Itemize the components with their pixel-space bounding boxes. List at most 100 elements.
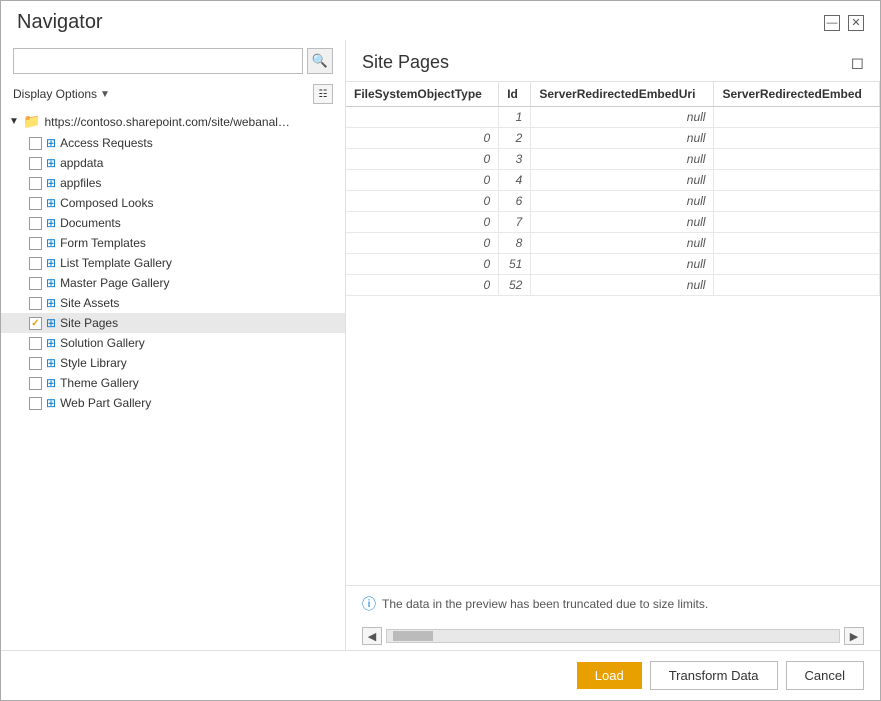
tree-item-composed-looks[interactable]: ⊞ Composed Looks [1,193,345,213]
cell-serverredirectedembeduri: null [531,233,714,254]
checkbox-site-pages[interactable] [29,317,42,330]
cell-id: 3 [499,149,531,170]
item-label-documents: Documents [60,216,121,230]
cell-filesystemobjecttype: 0 [346,191,499,212]
transform-data-button[interactable]: Transform Data [650,661,778,690]
checkbox-master-page-gallery[interactable] [29,277,42,290]
checkbox-form-templates[interactable] [29,237,42,250]
cell-serverredirectedembed [714,254,880,275]
cell-filesystemobjecttype: 0 [346,170,499,191]
tree-item-appfiles[interactable]: ⊞ appfiles [1,173,345,193]
tree-item-web-part-gallery[interactable]: ⊞ Web Part Gallery [1,393,345,413]
cell-filesystemobjecttype: 0 [346,275,499,296]
cell-serverredirectedembed [714,275,880,296]
tree-item-access-requests[interactable]: ⊞ Access Requests [1,133,345,153]
tree-item-theme-gallery[interactable]: ⊞ Theme Gallery [1,373,345,393]
display-options-button[interactable]: Display Options ▼ [13,87,110,101]
cell-filesystemobjecttype: 0 [346,128,499,149]
checkbox-composed-looks[interactable] [29,197,42,210]
scroll-left-button[interactable]: ◀ [362,627,382,645]
tree-item-appdata[interactable]: ⊞ appdata [1,153,345,173]
minimize-button[interactable]: — [824,15,840,31]
cancel-button[interactable]: Cancel [786,661,864,690]
root-url-label: https://contoso.sharepoint.com/site/weba… [44,115,294,129]
preview-expand-icon[interactable]: ◻ [851,53,864,73]
search-button[interactable]: 🔍 [307,48,333,74]
folder-icon: 📁 [23,113,40,130]
tree-item-site-pages[interactable]: ⊞ Site Pages [1,313,345,333]
checkbox-solution-gallery[interactable] [29,337,42,350]
cell-serverredirectedembeduri: null [531,254,714,275]
search-input[interactable] [13,48,303,74]
item-label-theme-gallery: Theme Gallery [60,376,139,390]
tree-area: ▼ 📁 https://contoso.sharepoint.com/site/… [1,110,345,650]
item-label-appfiles: appfiles [60,176,101,190]
checkbox-access-requests[interactable] [29,137,42,150]
window-controls: — ✕ [824,15,864,31]
scroll-track[interactable] [386,629,840,643]
checkbox-documents[interactable] [29,217,42,230]
scroll-right-button[interactable]: ▶ [844,627,864,645]
item-label-appdata: appdata [60,156,103,170]
checkbox-site-assets[interactable] [29,297,42,310]
cell-serverredirectedembed [714,128,880,149]
grid-icon: ⊞ [46,236,56,250]
dialog-title: Navigator [17,11,103,34]
display-options-label: Display Options [13,87,97,101]
cell-serverredirectedembed [714,107,880,128]
cell-id: 51 [499,254,531,275]
table-row: 0 52 null [346,275,880,296]
item-label-list-template-gallery: List Template Gallery [60,256,172,270]
item-label-solution-gallery: Solution Gallery [60,336,145,350]
table-row: 0 7 null [346,212,880,233]
tree-item-documents[interactable]: ⊞ Documents [1,213,345,233]
tree-item-form-templates[interactable]: ⊞ Form Templates [1,233,345,253]
grid-icon: ⊞ [46,336,56,350]
item-label-site-assets: Site Assets [60,296,119,310]
cell-serverredirectedembeduri: null [531,107,714,128]
tree-item-master-page-gallery[interactable]: ⊞ Master Page Gallery [1,273,345,293]
col-header-serverredirectedembeduri: ServerRedirectedEmbedUri [531,82,714,107]
checkbox-web-part-gallery[interactable] [29,397,42,410]
item-label-site-pages: Site Pages [60,316,118,330]
tree-item-style-library[interactable]: ⊞ Style Library [1,353,345,373]
cell-serverredirectedembed [714,149,880,170]
notice-text: The data in the preview has been truncat… [382,597,708,611]
scroll-thumb[interactable] [393,631,433,641]
cell-serverredirectedembed [714,233,880,254]
cell-serverredirectedembeduri: null [531,212,714,233]
cell-id: 1 [499,107,531,128]
search-row: 🔍 [1,48,345,80]
table-row: 0 51 null [346,254,880,275]
cell-serverredirectedembed [714,212,880,233]
checkbox-theme-gallery[interactable] [29,377,42,390]
checkbox-appdata[interactable] [29,157,42,170]
tree-item-solution-gallery[interactable]: ⊞ Solution Gallery [1,333,345,353]
grid-icon: ⊞ [46,396,56,410]
item-label-form-templates: Form Templates [60,236,146,250]
tree-expand-arrow: ▼ [9,116,19,127]
close-button[interactable]: ✕ [848,15,864,31]
cell-filesystemobjecttype [346,107,499,128]
cell-id: 52 [499,275,531,296]
tree-item-list-template-gallery[interactable]: ⊞ List Template Gallery [1,253,345,273]
checkbox-list-template-gallery[interactable] [29,257,42,270]
tree-item-site-assets[interactable]: ⊞ Site Assets [1,293,345,313]
table-row: 0 2 null [346,128,880,149]
checkbox-style-library[interactable] [29,357,42,370]
select-all-button[interactable]: ☷ [313,84,333,104]
load-button[interactable]: Load [577,662,642,689]
item-label-style-library: Style Library [60,356,127,370]
cell-id: 7 [499,212,531,233]
tree-root-item[interactable]: ▼ 📁 https://contoso.sharepoint.com/site/… [1,110,345,133]
item-label-master-page-gallery: Master Page Gallery [60,276,169,290]
checkbox-appfiles[interactable] [29,177,42,190]
cell-serverredirectedembeduri: null [531,275,714,296]
item-label-access-requests: Access Requests [60,136,153,150]
select-all-icon: ☷ [319,89,328,100]
info-icon: ⓘ [362,594,376,614]
grid-icon: ⊞ [46,276,56,290]
grid-icon: ⊞ [46,376,56,390]
item-label-web-part-gallery: Web Part Gallery [60,396,151,410]
cell-id: 2 [499,128,531,149]
